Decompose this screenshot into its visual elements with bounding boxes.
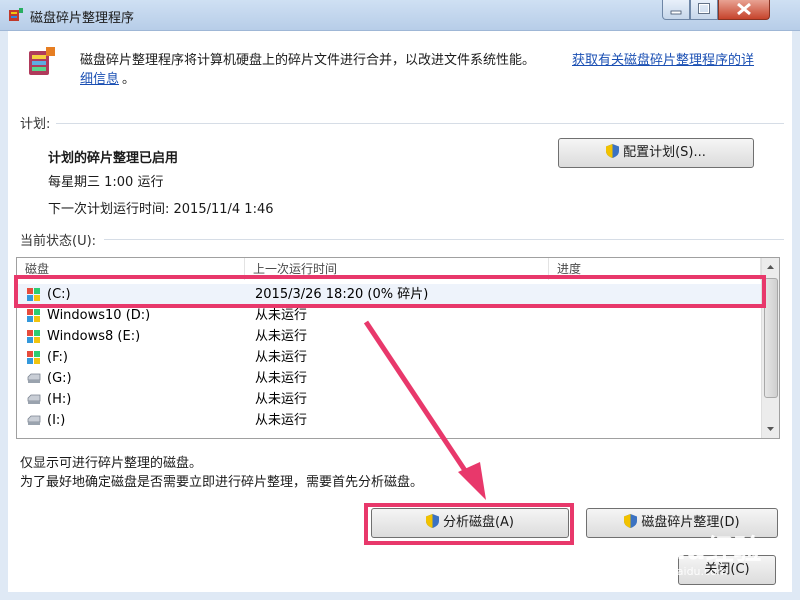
baidu-watermark-logo: Baidu经验 <box>616 533 762 566</box>
annotation-arrow <box>363 320 486 500</box>
baidu-watermark-url: jingyan.baidu.com <box>626 565 728 578</box>
defrag-window: 磁盘碎片整理程序 磁盘碎片整理程序将计算机硬盘上的碎片文件进行合并，以改进文件系… <box>0 0 800 600</box>
